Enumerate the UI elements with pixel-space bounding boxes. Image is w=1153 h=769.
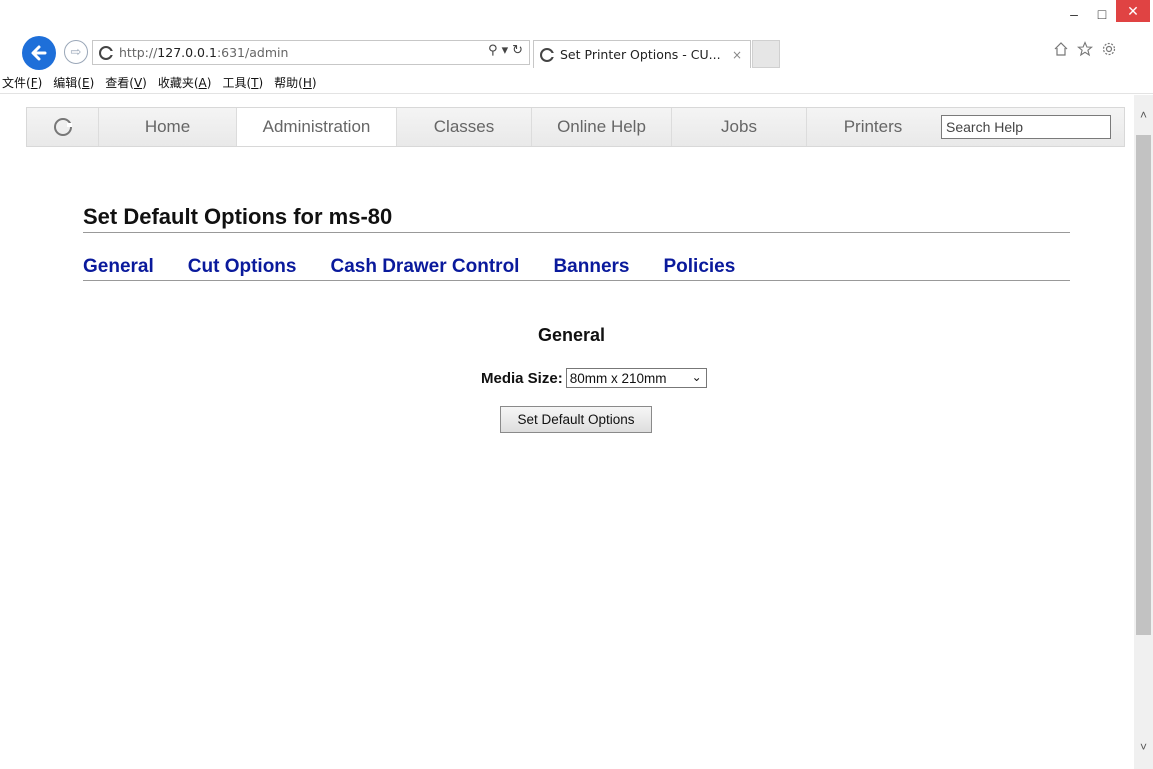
close-icon[interactable]: ✕ xyxy=(1116,0,1150,22)
links-divider xyxy=(83,280,1070,281)
address-tools: ⚲ ▾ ↻ xyxy=(488,43,523,58)
set-default-options-button[interactable]: Set Default Options xyxy=(500,406,652,433)
home-icon[interactable] xyxy=(1052,40,1070,58)
tab-home[interactable]: Home xyxy=(99,108,237,146)
tab-title: Set Printer Options - CU... xyxy=(560,47,721,62)
back-arrow-icon xyxy=(31,45,47,61)
link-general[interactable]: General xyxy=(83,256,154,278)
search-help-input[interactable] xyxy=(941,115,1111,139)
chevron-down-icon: ⌄ xyxy=(691,370,702,384)
back-button[interactable] xyxy=(22,36,56,70)
title-bar: – □ ✕ xyxy=(0,0,1153,34)
minimize-icon[interactable]: – xyxy=(1060,0,1088,28)
tab-printers[interactable]: Printers xyxy=(807,108,939,146)
cups-tab-icon xyxy=(540,47,554,62)
forward-arrow-icon: ⇨ xyxy=(70,44,82,59)
scroll-down-icon[interactable]: ˅ xyxy=(1134,739,1153,755)
cups-site-icon xyxy=(99,45,113,60)
scroll-up-icon[interactable]: ˄ xyxy=(1134,107,1153,123)
browser-tab[interactable]: Set Printer Options - CU... × xyxy=(533,40,751,68)
tab-classes[interactable]: Classes xyxy=(397,108,532,146)
link-cut-options[interactable]: Cut Options xyxy=(188,256,297,278)
menu-bar: 文件(F) 编辑(E) 查看(V) 收藏夹(A) 工具(T) 帮助(H) xyxy=(0,72,1153,94)
tab-administration[interactable]: Administration xyxy=(237,108,397,146)
link-banners[interactable]: Banners xyxy=(553,256,629,278)
dropdown-icon[interactable]: ▾ xyxy=(502,43,509,58)
menu-file[interactable]: 文件(F) xyxy=(2,74,42,91)
refresh-icon[interactable]: ↻ xyxy=(512,43,523,58)
address-bar[interactable]: http://127.0.0.1:631/admin ⚲ ▾ ↻ xyxy=(92,40,530,65)
page-title: Set Default Options for ms-80 xyxy=(83,204,393,229)
link-cash-drawer-control[interactable]: Cash Drawer Control xyxy=(330,256,519,278)
media-size-label: Media Size: xyxy=(481,369,563,387)
vertical-scrollbar[interactable]: ˄ ˅ xyxy=(1134,95,1153,769)
section-heading: General xyxy=(538,325,606,345)
title-divider xyxy=(83,232,1070,233)
favorites-star-icon[interactable] xyxy=(1076,40,1094,58)
tab-close-icon[interactable]: × xyxy=(732,48,742,62)
media-size-value: 80mm x 210mm xyxy=(569,370,667,386)
media-size-select[interactable]: 80mm x 210mm ⌄ xyxy=(565,368,707,388)
menu-favorites[interactable]: 收藏夹(A) xyxy=(158,74,212,91)
link-policies[interactable]: Policies xyxy=(663,256,735,278)
browser-toolbar-icons xyxy=(1052,40,1118,58)
menu-edit[interactable]: 编辑(E) xyxy=(53,74,94,91)
tab-jobs[interactable]: Jobs xyxy=(672,108,807,146)
page-viewport: Home Administration Classes Online Help … xyxy=(8,95,1134,769)
new-tab-button[interactable] xyxy=(752,40,780,68)
forward-button[interactable]: ⇨ xyxy=(64,40,88,64)
menu-help[interactable]: 帮助(H) xyxy=(274,74,316,91)
scroll-thumb[interactable] xyxy=(1136,135,1151,635)
maximize-icon[interactable]: □ xyxy=(1088,0,1116,28)
address-url[interactable]: http://127.0.0.1:631/admin xyxy=(119,45,288,60)
media-size-row: Media Size: 80mm x 210mm ⌄ xyxy=(481,368,707,388)
settings-gear-icon[interactable] xyxy=(1100,40,1118,58)
menu-view[interactable]: 查看(V) xyxy=(105,74,147,91)
cups-nav-bar: Home Administration Classes Online Help … xyxy=(26,107,1125,147)
search-icon[interactable]: ⚲ xyxy=(488,43,498,58)
menu-tools[interactable]: 工具(T) xyxy=(222,74,263,91)
section-links: General Cut Options Cash Drawer Control … xyxy=(83,256,769,278)
cups-logo-icon[interactable] xyxy=(27,108,99,146)
tab-online-help[interactable]: Online Help xyxy=(532,108,672,146)
